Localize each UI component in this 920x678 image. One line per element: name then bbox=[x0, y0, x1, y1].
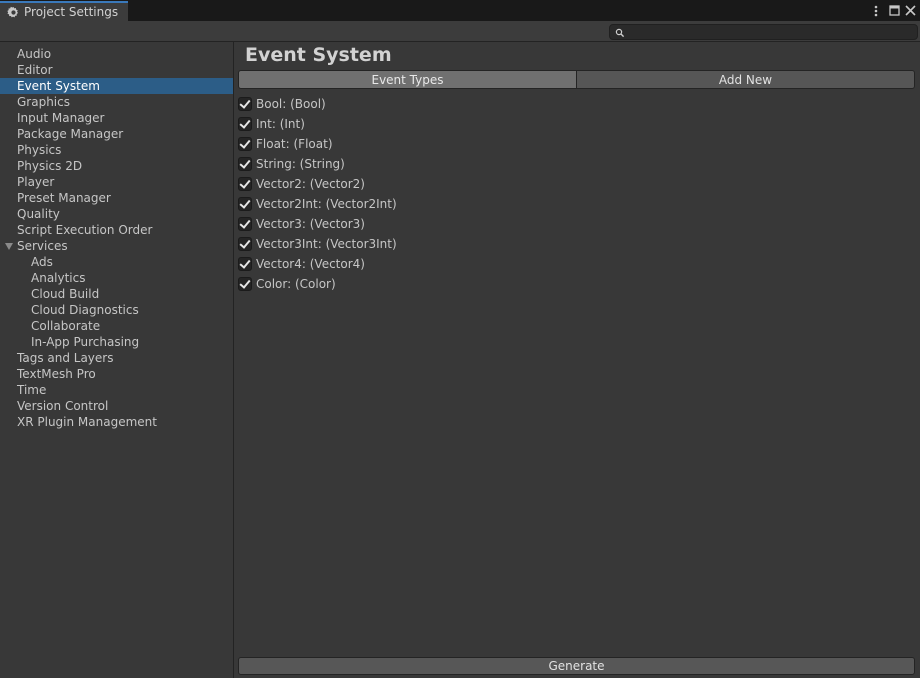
checkbox[interactable] bbox=[238, 257, 252, 271]
sidebar-item-physics[interactable]: Physics bbox=[0, 142, 233, 158]
sidebar-item-input-manager[interactable]: Input Manager bbox=[0, 110, 233, 126]
event-type-label: Vector2Int: (Vector2Int) bbox=[256, 197, 397, 211]
generate-button[interactable]: Generate bbox=[238, 657, 915, 675]
event-type-label: Vector3: (Vector3) bbox=[256, 217, 365, 231]
sidebar-item-time[interactable]: Time bbox=[0, 382, 233, 398]
list-item: Bool: (Bool) bbox=[238, 94, 397, 114]
event-type-label: Float: (Float) bbox=[256, 137, 333, 151]
settings-sidebar: Audio Editor Event System Graphics Input… bbox=[0, 42, 234, 678]
tab-add-new[interactable]: Add New bbox=[577, 70, 915, 89]
triangle-down-icon[interactable] bbox=[5, 243, 13, 250]
sidebar-item-event-system[interactable]: Event System bbox=[0, 78, 233, 94]
event-type-label: String: (String) bbox=[256, 157, 345, 171]
list-item: Vector3: (Vector3) bbox=[238, 214, 397, 234]
checkbox[interactable] bbox=[238, 197, 252, 211]
event-type-label: Vector2: (Vector2) bbox=[256, 177, 365, 191]
list-item: Vector3Int: (Vector3Int) bbox=[238, 234, 397, 254]
sidebar-item-tags-and-layers[interactable]: Tags and Layers bbox=[0, 350, 233, 366]
checkbox[interactable] bbox=[238, 97, 252, 111]
sidebar-item-analytics[interactable]: Analytics bbox=[0, 270, 233, 286]
checkbox[interactable] bbox=[238, 177, 252, 191]
checkbox[interactable] bbox=[238, 237, 252, 251]
list-item: String: (String) bbox=[238, 154, 397, 174]
settings-main-panel: Event System Event Types Add New Bool: (… bbox=[235, 42, 920, 678]
sidebar-item-label: Services bbox=[17, 239, 68, 253]
window-titlebar: Project Settings bbox=[0, 0, 920, 22]
sidebar-item-quality[interactable]: Quality bbox=[0, 206, 233, 222]
window-title: Project Settings bbox=[24, 5, 119, 19]
kebab-menu-icon[interactable] bbox=[869, 3, 883, 18]
sidebar-item-physics-2d[interactable]: Physics 2D bbox=[0, 158, 233, 174]
event-type-label: Vector3Int: (Vector3Int) bbox=[256, 237, 397, 251]
gear-icon bbox=[7, 6, 20, 19]
sidebar-item-in-app-purchasing[interactable]: In-App Purchasing bbox=[0, 334, 233, 350]
checkbox[interactable] bbox=[238, 117, 252, 131]
event-type-label: Int: (Int) bbox=[256, 117, 305, 131]
sidebar-item-cloud-build[interactable]: Cloud Build bbox=[0, 286, 233, 302]
tab-event-types[interactable]: Event Types bbox=[238, 70, 577, 89]
sidebar-item-ads[interactable]: Ads bbox=[0, 254, 233, 270]
maximize-icon[interactable] bbox=[887, 3, 901, 18]
checkbox[interactable] bbox=[238, 157, 252, 171]
search-icon bbox=[615, 27, 625, 41]
search-box[interactable] bbox=[609, 24, 918, 40]
sidebar-item-script-execution-order[interactable]: Script Execution Order bbox=[0, 222, 233, 238]
page-title: Event System bbox=[245, 44, 392, 66]
sidebar-item-cloud-diagnostics[interactable]: Cloud Diagnostics bbox=[0, 302, 233, 318]
event-type-label: Color: (Color) bbox=[256, 277, 336, 291]
list-item: Color: (Color) bbox=[238, 274, 397, 294]
event-type-label: Vector4: (Vector4) bbox=[256, 257, 365, 271]
sidebar-item-textmesh-pro[interactable]: TextMesh Pro bbox=[0, 366, 233, 382]
tab-bar: Event Types Add New bbox=[238, 70, 915, 89]
window-tab-project-settings[interactable]: Project Settings bbox=[0, 1, 128, 21]
toolbar bbox=[0, 21, 920, 42]
sidebar-item-graphics[interactable]: Graphics bbox=[0, 94, 233, 110]
close-icon[interactable] bbox=[903, 3, 917, 18]
sidebar-item-version-control[interactable]: Version Control bbox=[0, 398, 233, 414]
sidebar-item-audio[interactable]: Audio bbox=[0, 46, 233, 62]
event-type-label: Bool: (Bool) bbox=[256, 97, 326, 111]
sidebar-item-editor[interactable]: Editor bbox=[0, 62, 233, 78]
event-types-list: Bool: (Bool) Int: (Int) Float: (Float) S… bbox=[238, 94, 397, 294]
search-input[interactable] bbox=[628, 25, 910, 39]
list-item: Vector2: (Vector2) bbox=[238, 174, 397, 194]
sidebar-item-package-manager[interactable]: Package Manager bbox=[0, 126, 233, 142]
sidebar-item-preset-manager[interactable]: Preset Manager bbox=[0, 190, 233, 206]
checkbox[interactable] bbox=[238, 277, 252, 291]
list-item: Float: (Float) bbox=[238, 134, 397, 154]
checkbox[interactable] bbox=[238, 137, 252, 151]
checkbox[interactable] bbox=[238, 217, 252, 231]
sidebar-item-player[interactable]: Player bbox=[0, 174, 233, 190]
sidebar-item-collaborate[interactable]: Collaborate bbox=[0, 318, 233, 334]
sidebar-item-services[interactable]: Services bbox=[0, 238, 233, 254]
list-item: Int: (Int) bbox=[238, 114, 397, 134]
sidebar-item-xr-plugin-management[interactable]: XR Plugin Management bbox=[0, 414, 233, 430]
list-item: Vector4: (Vector4) bbox=[238, 254, 397, 274]
list-item: Vector2Int: (Vector2Int) bbox=[238, 194, 397, 214]
